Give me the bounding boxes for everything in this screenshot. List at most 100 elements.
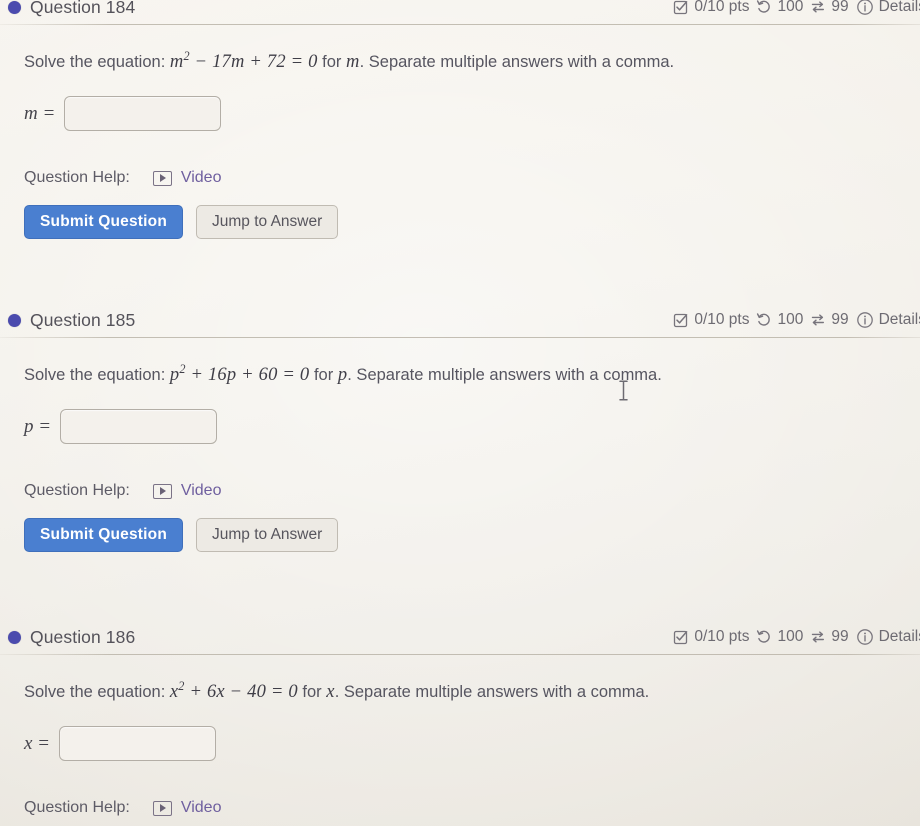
question-prompt: Solve the equation: x2 + 6x − 40 = 0 for…	[0, 679, 920, 703]
page-title: Question 184	[30, 0, 136, 17]
answer-row: p =	[0, 409, 920, 445]
attempts-value: 100	[777, 311, 804, 328]
prompt-variable: p	[337, 365, 348, 386]
details-link[interactable]: Details	[856, 311, 920, 329]
attempts-badge: 100	[756, 0, 803, 16]
answer-variable-label: x =	[24, 732, 51, 754]
video-play-icon[interactable]	[152, 483, 172, 499]
info-icon	[856, 311, 874, 329]
question-help-label: Question Help:	[24, 169, 130, 187]
prompt-tail: . Separate multiple answers with a comma…	[347, 366, 662, 385]
question-header: Question 185 0/10 pts 100 99 Detail	[0, 303, 920, 337]
swaps-value: 99	[831, 311, 849, 328]
jump-to-answer-button[interactable]: Jump to Answer	[196, 205, 339, 239]
equation: x2 + 6x − 40 = 0	[169, 679, 298, 703]
equation: m2 − 17m + 72 = 0	[169, 49, 318, 73]
details-label: Details	[878, 0, 920, 15]
prompt-variable: m	[346, 52, 360, 73]
question-prompt: Solve the equation: p2 + 16p + 60 = 0 fo…	[0, 362, 920, 386]
divider	[0, 24, 920, 25]
question-block-185: Question 185 0/10 pts 100 99 Detail Solv…	[0, 303, 920, 552]
jump-to-answer-button[interactable]: Jump to Answer	[196, 518, 339, 552]
equation: p2 + 16p + 60 = 0	[169, 362, 310, 386]
divider	[0, 337, 920, 338]
prompt-for: for	[302, 683, 322, 702]
video-play-icon[interactable]	[152, 800, 172, 816]
prompt-tail: . Separate multiple answers with a comma…	[334, 683, 650, 702]
prompt-lead: Solve the equation:	[24, 366, 166, 385]
question-actions: Submit Question Jump to Answer	[0, 205, 920, 239]
info-icon	[856, 0, 874, 16]
prompt-variable: x	[326, 682, 335, 703]
answer-input[interactable]	[59, 726, 217, 762]
answer-variable-label: p =	[24, 415, 52, 437]
points-value: 0/10 pts	[694, 0, 750, 15]
answer-row: m =	[0, 96, 920, 132]
details-label: Details	[878, 628, 920, 645]
status-bullet-icon	[8, 0, 21, 14]
undo-icon	[756, 629, 772, 645]
question-block-184: Question 184 0/10 pts 100 99 Detail Solv…	[0, 0, 920, 239]
page-title: Question 186	[30, 626, 136, 647]
swap-arrows-icon	[810, 0, 826, 15]
assignment-page: Question 184 0/10 pts 100 99 Detail Solv…	[0, 0, 920, 826]
points-value: 0/10 pts	[694, 311, 750, 328]
checkbox-icon	[673, 312, 689, 328]
points-badge: 0/10 pts	[673, 311, 749, 329]
answer-input[interactable]	[60, 409, 218, 445]
question-help-row: Question Help: Video	[0, 799, 920, 817]
question-help-label: Question Help:	[24, 482, 130, 500]
question-meta-badges: 0/10 pts 100 99 Detail	[673, 628, 920, 646]
answer-row: x =	[0, 726, 920, 762]
video-link[interactable]: Video	[181, 799, 222, 817]
undo-icon	[756, 0, 772, 15]
details-link[interactable]: Details	[856, 0, 920, 16]
video-link[interactable]: Video	[181, 169, 222, 187]
question-meta-badges: 0/10 pts 100 99 Detail	[673, 0, 920, 16]
undo-icon	[756, 312, 772, 328]
checkbox-icon	[673, 0, 689, 15]
answer-input[interactable]	[64, 96, 222, 132]
swap-arrows-icon	[810, 629, 826, 645]
swaps-badge: 99	[810, 628, 849, 646]
attempts-badge: 100	[756, 311, 803, 329]
question-help-row: Question Help: Video	[0, 169, 920, 187]
points-value: 0/10 pts	[694, 628, 750, 645]
question-header: Question 186 0/10 pts 100 99 Detail	[0, 620, 920, 654]
status-bullet-icon	[8, 313, 21, 327]
submit-question-button[interactable]: Submit Question	[24, 518, 183, 552]
prompt-for: for	[322, 53, 342, 72]
info-icon	[856, 628, 874, 646]
page-title: Question 185	[30, 309, 136, 330]
video-play-icon[interactable]	[152, 170, 172, 186]
status-bullet-icon	[8, 630, 21, 644]
prompt-for: for	[313, 366, 334, 385]
swap-arrows-icon	[810, 312, 826, 328]
divider	[0, 654, 920, 655]
details-label: Details	[878, 311, 920, 328]
question-block-186: Question 186 0/10 pts 100 99 Detail Solv…	[0, 620, 920, 817]
question-actions: Submit Question Jump to Answer	[0, 518, 920, 552]
question-help-label: Question Help:	[24, 799, 130, 817]
points-badge: 0/10 pts	[673, 0, 749, 16]
prompt-lead: Solve the equation:	[24, 683, 166, 702]
swaps-value: 99	[831, 628, 849, 645]
question-prompt: Solve the equation: m2 − 17m + 72 = 0 fo…	[0, 49, 920, 73]
attempts-badge: 100	[756, 628, 803, 646]
question-header: Question 184 0/10 pts 100 99 Detail	[0, 0, 920, 24]
attempts-value: 100	[777, 0, 804, 15]
swaps-badge: 99	[810, 311, 849, 329]
points-badge: 0/10 pts	[673, 628, 749, 646]
attempts-value: 100	[777, 628, 804, 645]
video-link[interactable]: Video	[181, 482, 222, 500]
submit-question-button[interactable]: Submit Question	[24, 205, 183, 239]
question-help-row: Question Help: Video	[0, 482, 920, 500]
checkbox-icon	[673, 629, 689, 645]
details-link[interactable]: Details	[856, 628, 920, 646]
swaps-badge: 99	[810, 0, 849, 16]
prompt-tail: . Separate multiple answers with a comma…	[359, 53, 675, 72]
question-meta-badges: 0/10 pts 100 99 Detail	[673, 311, 920, 329]
prompt-lead: Solve the equation:	[24, 53, 166, 72]
swaps-value: 99	[831, 0, 849, 15]
answer-variable-label: m =	[24, 102, 56, 124]
